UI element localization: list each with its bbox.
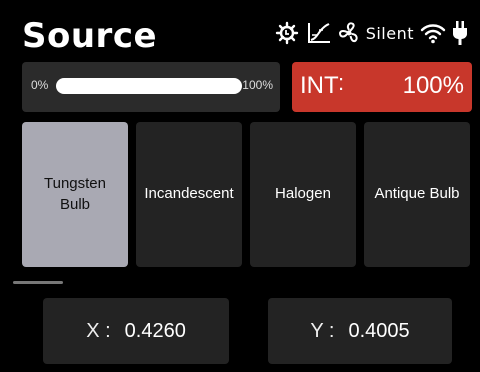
y-coordinate-value: 0.4005 — [348, 319, 410, 342]
intensity-separator: : — [338, 70, 345, 95]
slider-min-label: 0% — [31, 78, 49, 92]
page-indicator — [13, 281, 63, 284]
status-bar: Silent — [274, 20, 468, 46]
source-tile-label: Halogen — [275, 185, 331, 203]
source-tile-incandescent[interactable]: Incandescent — [136, 122, 242, 267]
source-tile-halogen[interactable]: Halogen — [250, 122, 356, 267]
source-tile-label: Tungsten Bulb — [44, 175, 106, 213]
silent-mode-label: Silent — [365, 23, 414, 43]
intensity-value-box[interactable]: INT : 100% — [292, 62, 472, 112]
x-coordinate-value: 0.4260 — [124, 319, 186, 342]
slider-max-label: 100% — [242, 78, 273, 92]
x-coordinate-label: X : — [86, 319, 111, 342]
source-tile-tungsten-bulb[interactable]: Tungsten Bulb — [22, 122, 128, 267]
fan-dial-icon — [274, 21, 300, 45]
y-coordinate-label: Y : — [310, 319, 335, 342]
source-tiles: Tungsten Bulb Incandescent Halogen Antiq… — [22, 122, 470, 267]
intensity-label: INT — [300, 72, 339, 99]
source-tile-antique-bulb[interactable]: Antique Bulb — [364, 122, 470, 267]
wifi-icon — [420, 22, 446, 44]
intensity-slider[interactable]: 0% 100% — [22, 62, 280, 112]
intensity-value: 100% — [402, 72, 464, 99]
curve-chart-icon — [306, 21, 332, 45]
page-title: Source — [22, 16, 158, 56]
plug-icon — [452, 20, 468, 46]
source-tile-label: Antique Bulb — [374, 185, 460, 203]
x-coordinate-box[interactable]: X : 0.4260 — [43, 298, 229, 364]
source-tile-label: Incandescent — [144, 185, 234, 203]
y-coordinate-box[interactable]: Y : 0.4005 — [268, 298, 452, 364]
fan-icon — [338, 21, 360, 45]
slider-track-fill[interactable] — [56, 78, 242, 94]
